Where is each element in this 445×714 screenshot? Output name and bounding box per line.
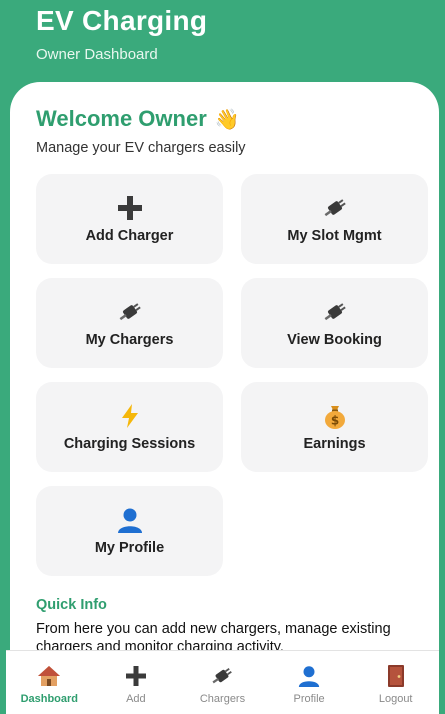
app-frame: EV Charging Owner Dashboard Welcome Owne…	[6, 0, 439, 714]
nav-chargers[interactable]: Chargers	[179, 651, 266, 714]
nav-label: Profile	[293, 692, 325, 705]
plus-icon	[125, 663, 147, 689]
user-icon	[298, 663, 320, 689]
card-label: Earnings	[303, 436, 366, 452]
plus-icon	[117, 194, 143, 222]
view-booking-card[interactable]: View Booking	[241, 278, 428, 368]
door-icon	[387, 663, 405, 689]
quick-info-title: Quick Info	[36, 597, 107, 613]
nav-profile[interactable]: Profile	[266, 651, 353, 714]
charging-sessions-card[interactable]: Charging Sessions	[36, 382, 223, 472]
my-profile-card[interactable]: My Profile	[36, 486, 223, 576]
welcome-tagline: Manage your EV chargers easily	[36, 140, 246, 156]
card-label: Charging Sessions	[63, 436, 196, 452]
earnings-card[interactable]: $ Earnings	[241, 382, 428, 472]
nav-dashboard[interactable]: Dashboard	[6, 651, 93, 714]
my-chargers-card[interactable]: My Chargers	[36, 278, 223, 368]
plug-icon	[116, 298, 144, 326]
plug-icon	[321, 298, 349, 326]
card-label: My Profile	[94, 540, 165, 556]
nav-logout[interactable]: Logout	[352, 651, 439, 714]
nav-label: Add	[126, 692, 146, 705]
house-icon	[37, 663, 61, 689]
card-label: Add Charger	[85, 228, 174, 244]
plug-icon	[209, 663, 235, 689]
nav-label: Dashboard	[20, 692, 79, 705]
welcome-title: Welcome Owner	[36, 106, 207, 131]
card-label: My Slot Mgmt	[287, 228, 382, 244]
app-title: EV Charging	[36, 5, 208, 36]
user-icon	[117, 506, 143, 534]
card-label: View Booking	[287, 332, 382, 348]
dashboard-content: Welcome Owner 👋 Manage your EV chargers …	[10, 82, 439, 714]
nav-add[interactable]: Add	[93, 651, 180, 714]
lightning-icon	[119, 402, 141, 430]
card-label: My Chargers	[85, 332, 174, 348]
welcome-heading: Welcome Owner 👋	[36, 106, 240, 132]
plug-icon	[321, 194, 349, 222]
nav-label: Logout	[378, 692, 413, 705]
svg-text:$: $	[330, 414, 338, 428]
nav-label: Chargers	[199, 692, 246, 705]
my-slot-mgmt-card[interactable]: My Slot Mgmt	[241, 174, 428, 264]
bottom-navigation: Dashboard Add Chargers Profile Logout	[6, 650, 439, 714]
app-subtitle: Owner Dashboard	[36, 46, 158, 63]
waving-hand-icon: 👋	[214, 109, 240, 131]
add-charger-card[interactable]: Add Charger	[36, 174, 223, 264]
money-bag-icon: $	[322, 402, 348, 430]
